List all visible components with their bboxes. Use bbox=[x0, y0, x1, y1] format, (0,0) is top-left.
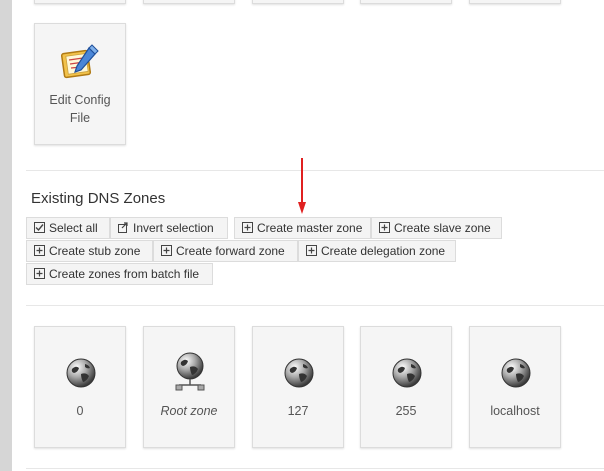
create-batch-zones-button[interactable]: Create zones from batch file bbox=[26, 263, 213, 285]
zone-tile[interactable]: 127 bbox=[252, 326, 344, 448]
module-tile-partial[interactable] bbox=[143, 0, 235, 4]
plus-square-icon bbox=[242, 222, 253, 233]
create-slave-zone-label: Create slave zone bbox=[394, 221, 491, 235]
create-delegation-zone-label: Create delegation zone bbox=[321, 244, 446, 258]
create-delegation-zone-button[interactable]: Create delegation zone bbox=[298, 240, 456, 262]
module-tile-partial[interactable] bbox=[469, 0, 561, 4]
invert-selection-button[interactable]: Invert selection bbox=[110, 217, 228, 239]
divider bbox=[26, 305, 604, 306]
plus-square-icon bbox=[306, 245, 317, 256]
divider bbox=[26, 468, 604, 469]
zone-label: localhost bbox=[490, 404, 540, 418]
divider bbox=[26, 170, 604, 171]
module-tile-partial[interactable] bbox=[34, 0, 126, 4]
plus-square-icon bbox=[379, 222, 390, 233]
create-forward-zone-label: Create forward zone bbox=[176, 244, 285, 258]
left-sidebar-edge bbox=[0, 0, 12, 471]
zone-label: 127 bbox=[287, 404, 309, 418]
create-stub-zone-button[interactable]: Create stub zone bbox=[26, 240, 153, 262]
module-tile-partial[interactable] bbox=[360, 0, 452, 4]
plus-square-icon bbox=[161, 245, 172, 256]
globe-icon bbox=[66, 358, 96, 388]
create-master-zone-button[interactable]: Create master zone bbox=[234, 217, 371, 239]
module-tile-partial[interactable] bbox=[252, 0, 344, 4]
create-batch-zones-label: Create zones from batch file bbox=[49, 267, 200, 281]
create-master-zone-label: Create master zone bbox=[257, 221, 363, 235]
zone-tile[interactable]: Root zone bbox=[143, 326, 235, 448]
invert-icon bbox=[118, 222, 128, 233]
create-forward-zone-button[interactable]: Create forward zone bbox=[153, 240, 298, 262]
section-title: Existing DNS Zones bbox=[31, 190, 166, 207]
zone-tile[interactable]: 255 bbox=[360, 326, 452, 448]
main-content: Edit Config File Existing DNS Zones Sele… bbox=[12, 0, 604, 471]
create-stub-zone-label: Create stub zone bbox=[49, 244, 141, 258]
red-arrow-annotation bbox=[298, 158, 306, 214]
tile-label-line1: Edit Config bbox=[49, 93, 111, 107]
zone-label: 255 bbox=[395, 404, 417, 418]
zone-tile[interactable]: 0 bbox=[34, 326, 126, 448]
zone-tile[interactable]: localhost bbox=[469, 326, 561, 448]
plus-square-icon bbox=[34, 268, 45, 279]
select-all-label: Select all bbox=[49, 221, 98, 235]
zone-label: 0 bbox=[76, 404, 84, 418]
plus-square-icon bbox=[34, 245, 45, 256]
edit-config-file-tile[interactable]: Edit Config File bbox=[34, 23, 126, 145]
select-all-button[interactable]: Select all bbox=[26, 217, 110, 239]
edit-config-icon bbox=[60, 44, 99, 79]
invert-selection-label: Invert selection bbox=[133, 221, 214, 235]
globe-network-icon bbox=[175, 352, 205, 391]
zone-label: Root zone bbox=[160, 404, 218, 418]
checkbox-icon bbox=[34, 222, 45, 233]
create-slave-zone-button[interactable]: Create slave zone bbox=[371, 217, 502, 239]
tile-label-line2: File bbox=[69, 111, 91, 125]
globe-icon bbox=[392, 358, 422, 388]
globe-icon bbox=[501, 358, 531, 388]
globe-icon bbox=[284, 358, 314, 388]
